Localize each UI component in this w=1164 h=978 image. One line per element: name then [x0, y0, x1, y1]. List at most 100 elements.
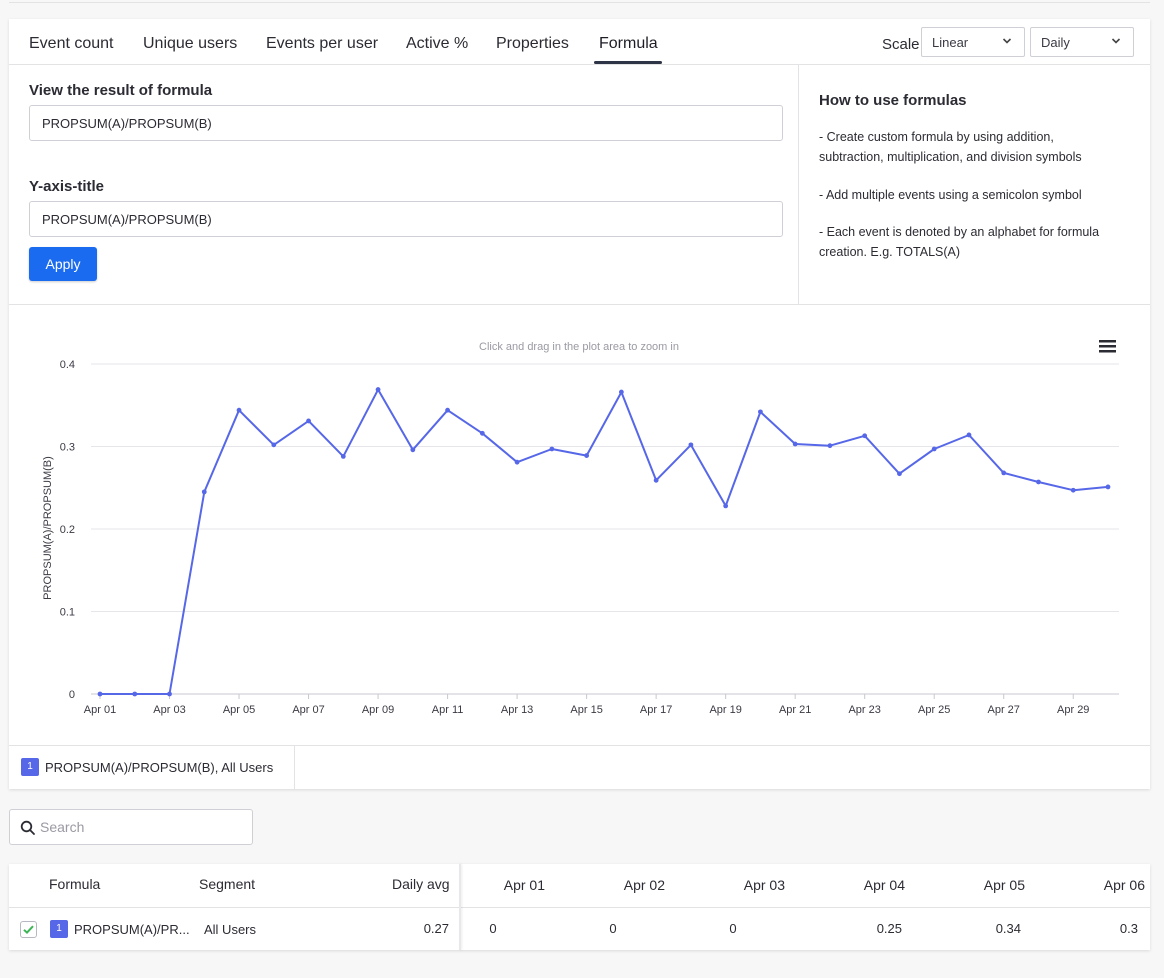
y-tick-label: 0.2 — [60, 524, 75, 536]
search-input[interactable] — [40, 819, 240, 835]
tab-properties[interactable]: Properties — [496, 35, 569, 53]
column-header-date[interactable]: Apr 06 — [1065, 877, 1145, 893]
row-value: 0 — [489, 921, 497, 936]
data-point[interactable] — [271, 442, 277, 448]
metric-tabs: Event count Unique users Events per user… — [9, 19, 1150, 65]
data-point[interactable] — [618, 389, 624, 395]
data-point[interactable] — [1070, 487, 1076, 493]
x-tick-label: Apr 13 — [501, 704, 533, 716]
tab-events-per-user[interactable]: Events per user — [266, 35, 378, 53]
zoom-hint: Click and drag in the plot area to zoom … — [479, 341, 679, 353]
data-point[interactable] — [445, 407, 450, 413]
data-point[interactable] — [1036, 479, 1041, 485]
tab-active-percent[interactable]: Active % — [406, 35, 468, 53]
formula-result-label: View the result of formula — [29, 82, 213, 99]
data-point[interactable] — [688, 442, 694, 448]
row-value: 0.34 — [995, 921, 1021, 936]
tab-unique-users[interactable]: Unique users — [143, 35, 237, 53]
formula-help: How to use formulas - Create custom form… — [799, 65, 1150, 305]
data-point[interactable] — [479, 430, 485, 436]
row-segment: All Users — [204, 922, 257, 937]
scale-select[interactable]: Linear — [921, 27, 1025, 57]
data-point[interactable] — [584, 453, 590, 458]
x-tick-label: Apr 19 — [709, 704, 741, 716]
column-header-date[interactable]: Apr 02 — [585, 877, 665, 893]
column-header-formula[interactable]: Formula — [49, 876, 100, 892]
row-checkbox[interactable] — [20, 921, 37, 938]
legend-label: PROPSUM(A)/PROPSUM(B), All Users — [45, 760, 274, 775]
x-tick-label: Apr 01 — [84, 704, 116, 716]
y-tick-label: 0.1 — [60, 607, 75, 619]
yaxis-title-label: Y-axis-title — [29, 178, 105, 195]
data-point[interactable] — [340, 454, 346, 459]
data-point[interactable] — [792, 441, 798, 447]
row-value: 0 — [729, 921, 737, 936]
data-point[interactable] — [549, 446, 555, 452]
data-point[interactable] — [514, 459, 520, 465]
column-header-daily-avg[interactable]: Daily avg — [392, 876, 450, 892]
data-point[interactable] — [306, 418, 311, 424]
yaxis-title-input[interactable] — [29, 201, 783, 237]
apply-button[interactable]: Apply — [29, 247, 97, 281]
column-header-date[interactable]: Apr 05 — [945, 877, 1025, 893]
analytics-card: Event count Unique users Events per user… — [9, 19, 1150, 789]
data-point[interactable] — [1105, 484, 1111, 490]
x-tick-label: Apr 05 — [223, 704, 255, 716]
column-divider — [459, 864, 461, 950]
tab-event-count[interactable]: Event count — [29, 35, 114, 53]
help-item: - Create custom formula by using additio… — [819, 130, 1082, 164]
chart-menu-icon[interactable] — [1099, 340, 1116, 353]
data-point[interactable] — [97, 691, 103, 697]
column-header-date[interactable]: Apr 01 — [465, 877, 545, 893]
column-header-date[interactable]: Apr 03 — [705, 877, 785, 893]
data-point[interactable] — [1001, 470, 1007, 476]
data-table: Formula Segment Daily avg Apr 01 Apr 02 … — [9, 864, 1150, 950]
data-point[interactable] — [966, 432, 972, 438]
formula-input[interactable] — [29, 105, 783, 141]
checkmark-icon — [23, 925, 34, 935]
data-point[interactable] — [167, 691, 172, 697]
interval-select[interactable]: Daily — [1030, 27, 1134, 57]
chart-legend: 1 PROPSUM(A)/PROPSUM(B), All Users — [9, 745, 1150, 789]
data-point[interactable] — [132, 691, 138, 697]
data-point[interactable] — [897, 471, 902, 477]
formula-editor: View the result of formula Y-axis-title … — [9, 65, 799, 305]
series-badge: 1 — [50, 920, 68, 938]
data-point[interactable] — [862, 433, 868, 439]
column-header-date[interactable]: Apr 04 — [825, 877, 905, 893]
table-header-dates: Apr 01 Apr 02 Apr 03 Apr 04 Apr 05 Apr 0… — [460, 864, 1150, 908]
x-tick-label: Apr 27 — [988, 704, 1020, 716]
series-line[interactable] — [100, 388, 1109, 695]
legend-item[interactable]: 1 PROPSUM(A)/PROPSUM(B), All Users — [9, 746, 295, 789]
search-icon — [20, 820, 35, 835]
y-tick-label: 0.4 — [60, 359, 75, 371]
y-axis-title: PROPSUM(A)/PROPSUM(B) — [42, 456, 54, 600]
x-tick-label: Apr 07 — [292, 704, 324, 716]
search-field[interactable] — [9, 809, 253, 845]
active-tab-indicator — [594, 61, 662, 64]
column-header-segment[interactable]: Segment — [199, 876, 255, 892]
x-tick-label: Apr 11 — [432, 704, 464, 716]
chevron-down-icon — [1111, 38, 1121, 44]
data-point[interactable] — [653, 477, 659, 483]
data-point[interactable] — [931, 446, 937, 452]
x-tick-label: Apr 17 — [640, 704, 672, 716]
line-chart[interactable]: Click and drag in the plot area to zoom … — [9, 306, 1150, 744]
data-point[interactable] — [201, 489, 207, 495]
table-header-fixed: Formula Segment Daily avg — [9, 864, 460, 908]
data-point[interactable] — [827, 443, 833, 449]
scale-select-value: Linear — [932, 35, 969, 50]
data-point[interactable] — [758, 409, 763, 415]
top-divider — [9, 2, 1150, 3]
tab-formula[interactable]: Formula — [599, 35, 658, 53]
help-item: - Add multiple events using a semicolon … — [819, 188, 1082, 202]
x-tick-label: Apr 25 — [918, 704, 950, 716]
data-point[interactable] — [236, 407, 242, 413]
x-tick-label: Apr 09 — [362, 704, 394, 716]
data-point[interactable] — [723, 503, 729, 509]
row-value: 0.25 — [876, 921, 902, 936]
x-tick-label: Apr 21 — [779, 704, 811, 716]
chart-svg[interactable]: Click and drag in the plot area to zoom … — [9, 306, 1150, 744]
data-point[interactable] — [375, 387, 381, 392]
data-point[interactable] — [410, 447, 416, 453]
